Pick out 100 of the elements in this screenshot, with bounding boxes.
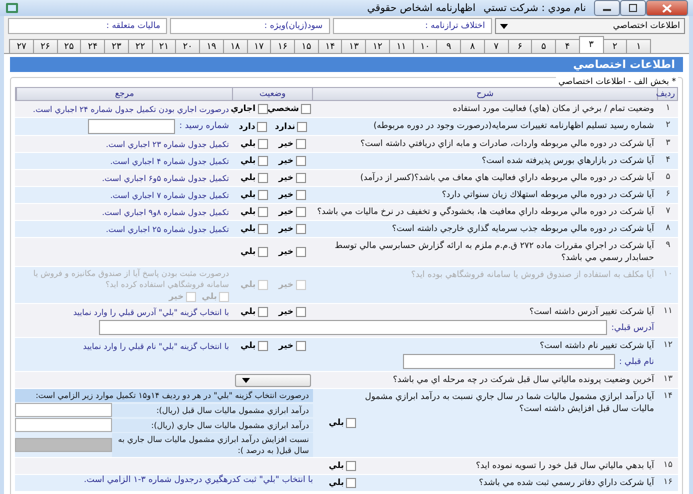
tab[interactable]: ۱۵	[294, 39, 319, 53]
tab[interactable]: ۲۷	[9, 39, 34, 53]
checkbox[interactable]: بلي	[240, 307, 268, 317]
tab[interactable]: ۱۴	[318, 39, 342, 53]
maximize-button[interactable]	[620, 0, 646, 16]
field-label: نسبت افزايش درآمد ابرازي مشمول ماليات سال جاري به سال قبل( به درصد ):	[112, 433, 313, 457]
checkbox[interactable]: بلي	[240, 190, 268, 200]
checkbox[interactable]: خير	[278, 341, 306, 351]
checkbox[interactable]: بلي	[328, 461, 356, 471]
tab[interactable]: ۲۴	[80, 39, 106, 53]
question-text: شماره رسيد تسليم اظهارنامه تغييرات سرمايه(درصورت وجود در دوره مربوطه)	[372, 120, 655, 133]
question-text: آيا شركت در اجراي مقررات ماده ۲۷۲ ق.م.م ملزم به ارائه گزارش حسابرسي مالي توسط حسابدار رسمي مي باشد؟	[334, 239, 656, 265]
column-header: مرجع	[16, 88, 232, 100]
checkbox[interactable]: خير	[278, 139, 306, 149]
question-text: آيا شركت تغيير آدرس داشته است؟	[528, 305, 656, 319]
row-number: ۶	[664, 188, 672, 201]
income-note: درصورت انتخاب گزينه "بلي" در هر دو رديف ۱۴و۱۵ تكميل موارد زير الزامي است:	[15, 389, 313, 402]
tab[interactable]: ۳	[578, 36, 604, 53]
column-header: شرح	[312, 88, 657, 100]
tab[interactable]: ۱۹	[199, 39, 224, 53]
group-title: * بخش الف - اطلاعات اختصاصي	[556, 77, 678, 87]
question-text: آيا شركت در دوره مالي مربوطه داراي معافيت ها، بخشودگي و تخفيف در نرخ ماليات مي باشد؟	[316, 205, 656, 219]
row-number: ۱۳	[662, 373, 674, 386]
reference-text: تكميل جدول شماره ۸و۹ اجباري است.	[102, 206, 229, 218]
tab[interactable]: ۲۰	[175, 39, 200, 53]
reference-text: درصورت اجاري بودن تكميل جدول شماره ۲۴ اجباري است.	[32, 104, 229, 114]
tab[interactable]: ۱	[626, 39, 651, 53]
checkbox[interactable]: بلي	[240, 224, 268, 234]
reference-text: تكميل جدول شماره ۲۵ اجباري است.	[106, 224, 229, 234]
tab[interactable]: ۵	[531, 39, 556, 53]
tab[interactable]: ۲۲	[128, 39, 153, 53]
maximize-icon	[628, 4, 638, 12]
close-icon	[662, 4, 672, 12]
row-number: ۱۵	[662, 459, 674, 472]
tab[interactable]: ۴	[555, 39, 580, 53]
reference-text: درصورت مثبت بودن پاسخ آيا از صندوق مكانيزه و فروش يا سامانه فروشگاهي استفاده كرده ايد؟	[32, 268, 229, 290]
column-header: رديف	[657, 88, 677, 100]
checkbox[interactable]: بلي	[240, 173, 268, 183]
row-number: ۵	[664, 171, 672, 184]
input-field[interactable]	[99, 320, 608, 335]
tab[interactable]: ۱۲	[365, 39, 390, 53]
reference-text: با انتخاب گزينه "بلي" آدرس قبلي را وارد نماييد	[73, 306, 229, 318]
row-number: ۱۱	[662, 305, 674, 318]
question-text: آيا بدهي مالياتي سال قبل خود را تسويه نموده ايد؟	[474, 459, 656, 473]
checkbox[interactable]: بلي	[240, 156, 268, 166]
section-dropdown[interactable]: اطلاعات اختصاصي	[495, 18, 685, 34]
tab[interactable]: ۲۳	[104, 39, 129, 53]
checkbox[interactable]: بلي	[240, 207, 268, 217]
summary-field: سود(زيان)ويژه :	[170, 18, 330, 34]
tab[interactable]: ۱۸	[222, 39, 248, 53]
receipt-input[interactable]	[88, 119, 176, 134]
tab[interactable]: ۲۶	[32, 39, 58, 53]
tab[interactable]: ۲۵	[56, 39, 82, 53]
checkbox[interactable]: خير	[278, 173, 306, 183]
tab[interactable]: ۶	[508, 39, 532, 53]
tab[interactable]: ۸	[460, 39, 485, 53]
tab[interactable]: ۱۷	[246, 39, 272, 53]
question-text: آيا شركت در دوره مالي مربوطه داراي فعاليت هاي معاف مي باشد؟(كسر از درآمد)	[359, 171, 656, 185]
reference-text: تكميل جدول شماره ۵و۶ اجباري است.	[102, 172, 229, 184]
checkbox[interactable]: شخصي	[268, 104, 311, 114]
row-number: ۱۶	[662, 476, 674, 489]
question-text: آيا شركت تغيير نام داشته است؟	[538, 339, 656, 353]
input-field[interactable]	[15, 418, 112, 432]
tab[interactable]: ۲۱	[152, 39, 176, 53]
tab[interactable]: ۲	[602, 39, 628, 53]
checkbox[interactable]: خير	[278, 224, 306, 234]
input-field[interactable]	[15, 403, 112, 417]
tab[interactable]: ۹	[436, 39, 462, 53]
checkbox[interactable]: اجاري	[230, 104, 268, 114]
tab[interactable]: ۱۰	[412, 39, 438, 53]
minimize-button[interactable]	[594, 0, 620, 16]
checkbox[interactable]: خير	[278, 207, 306, 217]
checkbox[interactable]: بلي	[240, 341, 268, 351]
summary-field: اختلاف ترازنامه :	[332, 18, 492, 34]
checkbox[interactable]: بلي	[328, 478, 356, 488]
checkbox[interactable]: بلي	[240, 247, 268, 257]
tab[interactable]: ۷	[484, 39, 509, 53]
checkbox[interactable]: بلي	[328, 418, 356, 428]
tab[interactable]: ۱۱	[388, 39, 414, 53]
tab[interactable]: ۱۳	[341, 39, 366, 53]
checkbox[interactable]: خير	[278, 247, 306, 257]
close-button[interactable]	[646, 0, 688, 16]
checkbox[interactable]: خير	[278, 190, 306, 200]
row-number: ۳	[664, 137, 672, 150]
checkbox[interactable]: بلي	[240, 139, 268, 149]
checkbox[interactable]: دارد	[238, 122, 268, 132]
status-dropdown[interactable]	[235, 374, 311, 386]
caret-icon	[500, 24, 508, 28]
checkbox[interactable]: ندارد	[274, 122, 308, 132]
row-number: ۲	[664, 119, 672, 132]
tab[interactable]: ۱۶	[270, 39, 295, 53]
window-title: اظهارنامه اشخاص حقوقي	[367, 2, 476, 14]
taxpayer-name: نام مودي : شركت تستي	[484, 2, 586, 14]
checkbox[interactable]: خير	[278, 156, 306, 166]
checkbox[interactable]: خير	[278, 307, 306, 317]
question-text: آيا شركت در دوره مالي مربوطه جذب سرمايه گذاري خارجي داشته است؟	[391, 222, 656, 236]
question-text: آيا شركت داراي دفاتر رسمي ثبت شده مي باشد؟	[478, 476, 656, 490]
row-number: ۷	[664, 205, 672, 218]
reference-text: با انتخاب "بلي" ثبت كدرهگيري درجدول شماره ۳-۱ الزامي است.	[84, 475, 313, 487]
input-field[interactable]	[402, 354, 615, 369]
